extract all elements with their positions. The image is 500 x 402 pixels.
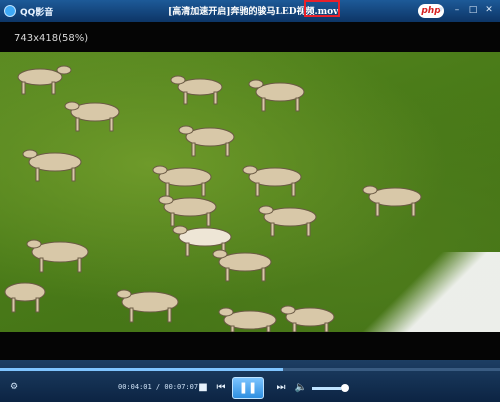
close-icon[interactable]: ✕ (482, 3, 496, 17)
title-bar: QQ影音 [高清加速开启]奔驰的骏马LED视频.mov php ▾ – □ ✕ (0, 0, 500, 22)
video-area[interactable]: 743x418(58%) (0, 22, 500, 360)
minimize-icon[interactable]: – (450, 3, 464, 17)
resolution-label: 743x418(58%) (14, 33, 89, 44)
volume-fill (312, 387, 341, 390)
horse-icon (64, 101, 120, 132)
pause-icon[interactable]: ❚❚ (232, 377, 264, 399)
menu-icon[interactable]: ▾ (434, 3, 448, 17)
highlight-annotation-box (304, 0, 340, 17)
horse-icon (158, 195, 217, 227)
progress-fill (0, 368, 283, 371)
previous-icon[interactable]: ⏮ (214, 381, 228, 395)
next-icon[interactable]: ⏭ (274, 381, 288, 395)
control-bar: ⚙ 00:04:01 / 00:07:07 ■ ⏮ ❚❚ ⏭ 🔈 (0, 360, 500, 402)
volume-knob[interactable] (341, 384, 349, 392)
horse-icon (218, 307, 277, 332)
horse-icon (242, 165, 302, 197)
horse-icon (170, 75, 223, 105)
time-display: 00:04:01 / 00:07:07 (118, 383, 199, 391)
app-name: QQ影音 (20, 8, 54, 18)
horse-icon (178, 125, 235, 157)
watermark-overlay (350, 252, 500, 332)
horse-icon (22, 149, 82, 182)
horse-icon (362, 185, 422, 217)
horse-icon (116, 289, 179, 323)
progress-bar[interactable] (0, 368, 500, 371)
horse-icon (212, 249, 272, 282)
qq-player-logo-icon (4, 5, 16, 17)
stop-icon[interactable]: ■ (196, 381, 210, 395)
horse-icon (17, 65, 72, 95)
horse-icon (248, 79, 305, 112)
window-controls: ▾ – □ ✕ (434, 3, 496, 17)
horse-icon (280, 305, 335, 332)
horse-icon (4, 282, 46, 313)
settings-icon[interactable]: ⚙ (10, 382, 18, 392)
maximize-icon[interactable]: □ (466, 3, 480, 17)
horse-icon (152, 165, 212, 197)
video-frame[interactable] (0, 52, 500, 332)
horse-icon (26, 239, 89, 273)
volume-icon[interactable]: 🔈 (294, 381, 308, 395)
horse-icon (258, 205, 317, 237)
